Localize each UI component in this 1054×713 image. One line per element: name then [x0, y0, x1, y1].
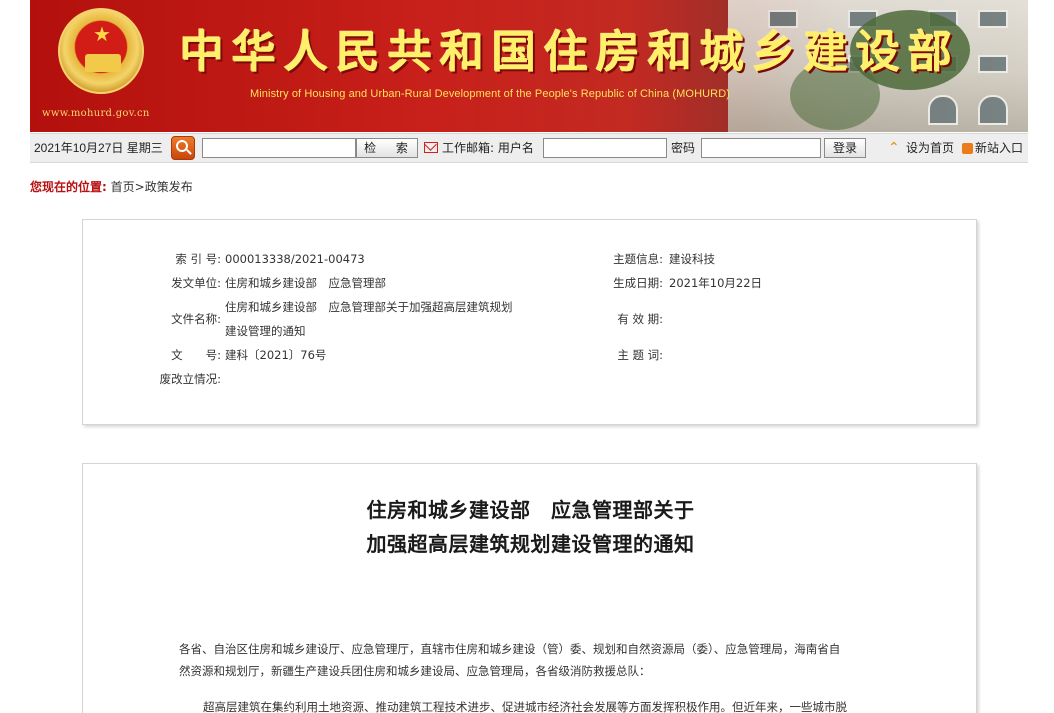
- breadcrumb: 您现在的位置: 首页>政策发布: [30, 178, 193, 195]
- national-emblem-logo[interactable]: ★: [58, 8, 144, 94]
- article-title-line2: 加强超高层建筑规划建设管理的通知: [366, 532, 695, 556]
- site-header-banner: ★ www.mohurd.gov.cn 中华人民共和国住房和城乡建设部 Mini…: [30, 0, 1028, 132]
- mail-username-label: 工作邮箱: 用户名: [442, 141, 534, 155]
- set-homepage-link[interactable]: 设为首页: [906, 134, 954, 162]
- rss-icon: [962, 143, 973, 154]
- site-url: www.mohurd.gov.cn: [42, 108, 150, 119]
- breadcrumb-path[interactable]: 首页>政策发布: [111, 180, 193, 194]
- article-body: 住房和城乡建设部 应急管理部关于 加强超高层建筑规划建设管理的通知 各省、自治区…: [82, 463, 977, 713]
- login-button[interactable]: 登录: [824, 138, 866, 158]
- site-title: 中华人民共和国住房和城乡建设部: [180, 27, 960, 78]
- document-info-box: 索 引 号: 000013338/2021-00473 发文单位: 住房和城乡建…: [82, 219, 977, 425]
- mail-icon: [424, 142, 438, 153]
- search-icon-button[interactable]: [171, 136, 195, 160]
- search-input[interactable]: [202, 138, 356, 158]
- home-arrow-icon: ⌃: [888, 140, 900, 156]
- password-label: 密码: [671, 141, 696, 155]
- current-date: 2021年10月27日 星期三: [34, 141, 163, 155]
- site-subtitle: Ministry of Housing and Urban-Rural Deve…: [250, 88, 731, 100]
- article-paragraph-1-line-2: 然资源和规划厅，新疆生产建设兵团住房和城乡建设局、应急管理局，各省级消防救援总队…: [179, 664, 651, 678]
- star-icon: ★: [93, 22, 111, 46]
- search-submit-button[interactable]: 检 索: [356, 138, 418, 158]
- username-input[interactable]: [543, 138, 667, 158]
- password-input[interactable]: [701, 138, 821, 158]
- article-title-line1: 住房和城乡建设部 应急管理部关于: [366, 498, 695, 522]
- breadcrumb-label: 您现在的位置:: [30, 180, 107, 194]
- article-paragraph-2-line-1: 超高层建筑在集约利用土地资源、推动建筑工程技术进步、促进城市经济社会发展等方面发…: [203, 700, 847, 713]
- top-toolbar: 2021年10月27日 星期三 检 索 工作邮箱: 用户名 密码 登录 ⌃ 设为…: [30, 133, 1028, 163]
- article-paragraph-1-line-1: 各省、自治区住房和城乡建设厅、应急管理厅，直辖市住房和城乡建设（管）委、规划和自…: [179, 642, 841, 656]
- new-site-link[interactable]: 新站入口: [975, 134, 1023, 162]
- gate-icon: [85, 54, 121, 72]
